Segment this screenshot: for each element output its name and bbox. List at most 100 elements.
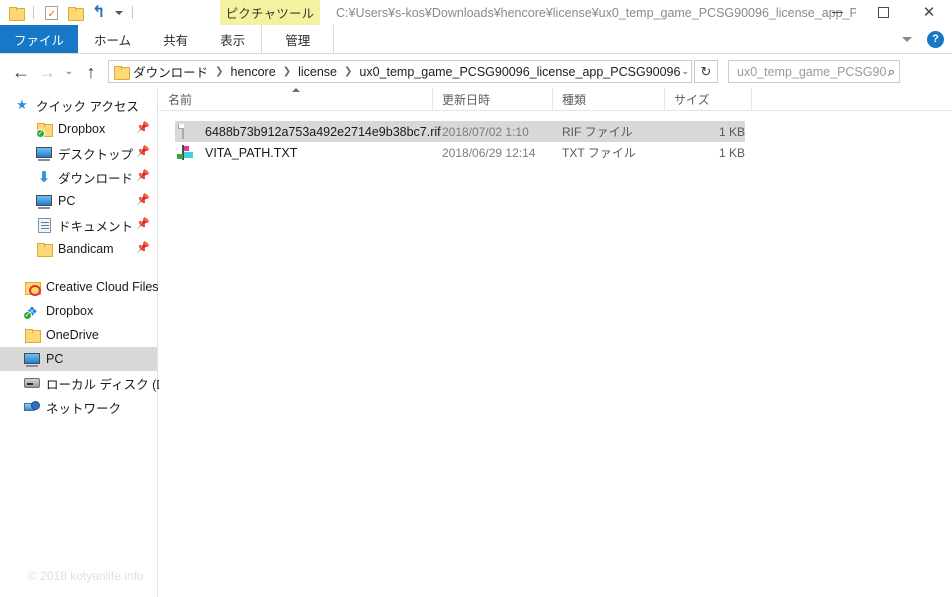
column-label: 更新日時 (442, 92, 491, 107)
pin-icon[interactable]: 📌 (136, 170, 150, 182)
address-bar: ← → ⌄ ↑ « ダウンロード ❯ hencore ❯ license ❯ u… (0, 55, 952, 88)
file-list-pane: 名前 更新日時 種類 サイズ 6488b73b912a753a492e2714e… (159, 87, 952, 597)
column-header-modified[interactable]: 更新日時 (433, 87, 553, 111)
breadcrumb-item-current[interactable]: ux0_temp_game_PCSG90096_license_app_PCSG… (358, 65, 681, 79)
blank-file-icon (182, 123, 198, 140)
back-button[interactable]: ← (8, 59, 34, 85)
computer-icon (36, 193, 52, 209)
minimize-button[interactable] (814, 0, 860, 25)
sidebar-item-onedrive[interactable]: OneDrive (0, 323, 157, 347)
hard-drive-icon (24, 375, 40, 391)
pin-icon[interactable]: 📌 (136, 194, 150, 206)
tab-share[interactable]: 共有 (147, 25, 204, 53)
tab-view[interactable]: 表示 (204, 25, 261, 53)
sidebar-item-label: デスクトップ (58, 147, 134, 162)
sort-ascending-icon (291, 87, 300, 92)
breadcrumb-chevron-2[interactable]: ❯ (344, 66, 352, 77)
pin-icon[interactable]: 📌 (136, 218, 150, 230)
recent-locations-chevron-icon[interactable]: ⌄ (60, 59, 78, 85)
quick-access-toolbar: ✓ ↱ (0, 0, 136, 25)
sidebar-item-label: Dropbox (58, 122, 106, 136)
star-icon: ★ (16, 97, 28, 112)
column-header-size[interactable]: サイズ (665, 87, 752, 111)
network-icon (24, 399, 40, 415)
ribbon-right-controls: ? (897, 25, 952, 53)
maximize-button[interactable] (860, 0, 906, 25)
sidebar-item-pc[interactable]: PC (0, 347, 157, 371)
search-icon[interactable]: ⌕ (888, 64, 895, 80)
tab-manage[interactable]: 管理 (261, 25, 335, 53)
forward-button[interactable]: → (34, 59, 60, 85)
sidebar-item-label: Creative Cloud Files (46, 280, 159, 294)
sidebar-item-network[interactable]: ネットワーク (0, 395, 157, 419)
pin-icon[interactable]: 📌 (136, 122, 150, 134)
navigation-pane: ★ クイック アクセス ✓ Dropbox 📌 デスクトップ 📌 ⬇ ダウンロー (0, 88, 173, 597)
sidebar-item-documents[interactable]: ドキュメント 📌 (0, 213, 157, 237)
new-folder-icon[interactable] (65, 3, 85, 23)
sidebar-item-label: OneDrive (46, 328, 99, 342)
file-name: VITA_PATH.TXT (205, 145, 298, 160)
text-file-icon (177, 144, 198, 161)
sidebar-item-dropbox-qa[interactable]: ✓ Dropbox 📌 (0, 117, 157, 141)
site-watermark: © 2018 kotyanlife.info (28, 569, 144, 583)
breadcrumb-item-hencore[interactable]: hencore (230, 65, 277, 79)
tab-file[interactable]: ファイル (0, 25, 79, 53)
table-row[interactable]: VITA_PATH.TXT 2018/06/29 12:14 TXT ファイル … (175, 142, 745, 163)
computer-icon (24, 351, 40, 367)
sidebar-item-label: ローカル ディスク (D:) (46, 377, 173, 392)
up-button[interactable]: ↑ (78, 59, 104, 85)
properties-icon[interactable]: ✓ (41, 3, 61, 23)
sidebar-item-local-disk-d[interactable]: ローカル ディスク (D:) (0, 371, 173, 395)
file-explorer-window: ✓ ↱ ピクチャツール C:¥Users¥s-kos¥Downloads¥hen… (0, 0, 952, 597)
close-button[interactable]: ✕ (906, 0, 952, 25)
file-name-cell: 6488b73b912a753a492e2714e9b38bc7.rif (175, 123, 442, 140)
window-title: C:¥Users¥s-kos¥Downloads¥hencore¥license… (336, 5, 856, 20)
file-name: 6488b73b912a753a492e2714e9b38bc7.rif (205, 124, 441, 139)
file-size-cell: 1 KB (718, 124, 745, 139)
toolbar-divider (33, 6, 34, 19)
ribbon-tab-bar: ファイル ホーム 共有 表示 管理 ? (0, 25, 952, 54)
explorer-folder-icon[interactable] (6, 3, 26, 23)
sidebar-group-quick-access[interactable]: ★ クイック アクセス (0, 93, 157, 117)
file-type-cell: TXT ファイル (562, 146, 636, 160)
breadcrumb-folder-icon (114, 65, 130, 80)
chevron-down-icon[interactable] (897, 29, 917, 49)
help-icon[interactable]: ? (927, 30, 944, 48)
sidebar-item-downloads[interactable]: ⬇ ダウンロード 📌 (0, 165, 157, 189)
file-rows: 6488b73b912a753a492e2714e9b38bc7.rif 201… (159, 121, 952, 163)
breadcrumb[interactable]: « ダウンロード ❯ hencore ❯ license ❯ ux0_temp_… (108, 60, 692, 83)
address-dropdown-icon[interactable]: ⌄ (681, 61, 689, 82)
table-row[interactable]: 6488b73b912a753a492e2714e9b38bc7.rif 201… (175, 121, 745, 142)
sidebar-item-bandicam[interactable]: Bandicam 📌 (0, 237, 157, 261)
sidebar-item-label: Bandicam (58, 242, 114, 256)
breadcrumb-item-license[interactable]: license (297, 65, 338, 79)
breadcrumb-chevron-0[interactable]: ❯ (215, 66, 223, 77)
sidebar-item-dropbox[interactable]: ❖ ✓ Dropbox (0, 299, 157, 323)
breadcrumb-item-downloads[interactable]: ダウンロード (132, 62, 209, 81)
sidebar-item-pc-qa[interactable]: PC 📌 (0, 189, 157, 213)
sidebar-item-label: PC (58, 194, 76, 208)
breadcrumb-chevron-1[interactable]: ❯ (283, 66, 291, 77)
sidebar-item-label: Dropbox (46, 304, 94, 318)
explorer-body: ★ クイック アクセス ✓ Dropbox 📌 デスクトップ 📌 ⬇ ダウンロー (0, 87, 952, 597)
documents-icon (36, 217, 52, 233)
file-modified-cell: 2018/06/29 12:14 (442, 145, 536, 160)
sidebar-group-label: クイック アクセス (36, 99, 139, 114)
column-header-name[interactable]: 名前 (159, 87, 433, 111)
sidebar-item-label: ドキュメント (58, 219, 134, 234)
sidebar-item-creative-cloud-files[interactable]: Creative Cloud Files (0, 275, 159, 299)
creative-cloud-icon (24, 279, 41, 296)
pin-icon[interactable]: 📌 (136, 242, 150, 254)
file-modified-cell: 2018/07/02 1:10 (442, 124, 529, 139)
sidebar-item-label: ネットワーク (46, 401, 122, 416)
column-header-type[interactable]: 種類 (553, 87, 665, 111)
window-controls: ✕ (814, 0, 952, 25)
customize-caret-icon[interactable] (113, 7, 125, 19)
sidebar-item-desktop[interactable]: デスクトップ 📌 (0, 141, 157, 165)
refresh-button[interactable]: ↻ (694, 60, 718, 83)
undo-icon[interactable]: ↱ (89, 3, 109, 23)
search-input[interactable]: ux0_temp_game_PCSG90096_l... ⌕ (728, 60, 900, 83)
file-type-cell: RIF ファイル (562, 125, 633, 139)
tab-home[interactable]: ホーム (78, 25, 147, 53)
pin-icon[interactable]: 📌 (136, 146, 150, 158)
